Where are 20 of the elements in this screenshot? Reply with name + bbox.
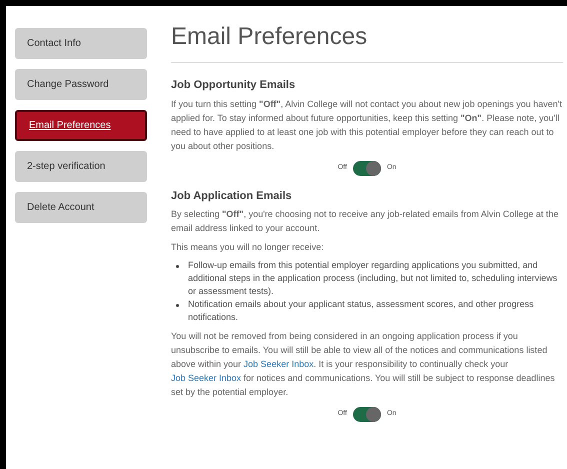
paragraph: You will not be removed from being considered in an ongoing application process if you unsubscribe to emails. You will still be able to view all of the notices and communications listed above within your Job Seeker Inbox. It is your responsibility to continually check your Job Seeker Inbox for notices and communications. You will still be subject to response deadlines set by the potential employer.	[171, 330, 556, 399]
sidebar-item[interactable]: Contact Info	[15, 28, 147, 59]
inbox-link[interactable]: Job Seeker Inbox	[244, 359, 314, 369]
toggle-switch[interactable]	[352, 160, 381, 176]
paragraph: If you turn this setting "Off", Alvin College will not contact you about new job openings you haven't applied for. To stay informed about future opportunities, keep this setting "On". Please note, you'll need to have applied to at least one job with this potential employer before they can reach out to you about other positions.	[171, 98, 563, 152]
list-item: Follow-up emails from this potential employer regarding applications you submitted, and additional steps in the application process (including, but not limited to, scheduling interviews or assessment tests).	[188, 259, 558, 298]
sidebar-item[interactable]: Email Preferences	[15, 110, 147, 141]
sidebar-item[interactable]: Change Password	[15, 69, 147, 100]
section-heading: Job Application Emails	[171, 188, 293, 204]
list-item: Notification emails about your applicant status, assessment scores, and other progress notifications.	[188, 298, 535, 324]
toggle-switch[interactable]	[352, 407, 381, 422]
page-title: Email Preferences	[171, 22, 563, 63]
bullet-icon	[176, 265, 179, 268]
paragraph: By selecting "Off", you're choosing not to receive any job-related emails from Alvin College at the email address linked to your account.	[171, 208, 560, 235]
sidebar-item[interactable]: 2-step verification	[15, 151, 147, 182]
inbox-link[interactable]: Job Seeker Inbox	[171, 373, 242, 383]
paragraph: This means you will no longer receive:	[171, 241, 325, 254]
sidebar-item[interactable]: Delete Account	[15, 192, 147, 223]
bullet-icon	[176, 304, 179, 307]
section-heading: Job Opportunity Emails	[171, 78, 296, 93]
